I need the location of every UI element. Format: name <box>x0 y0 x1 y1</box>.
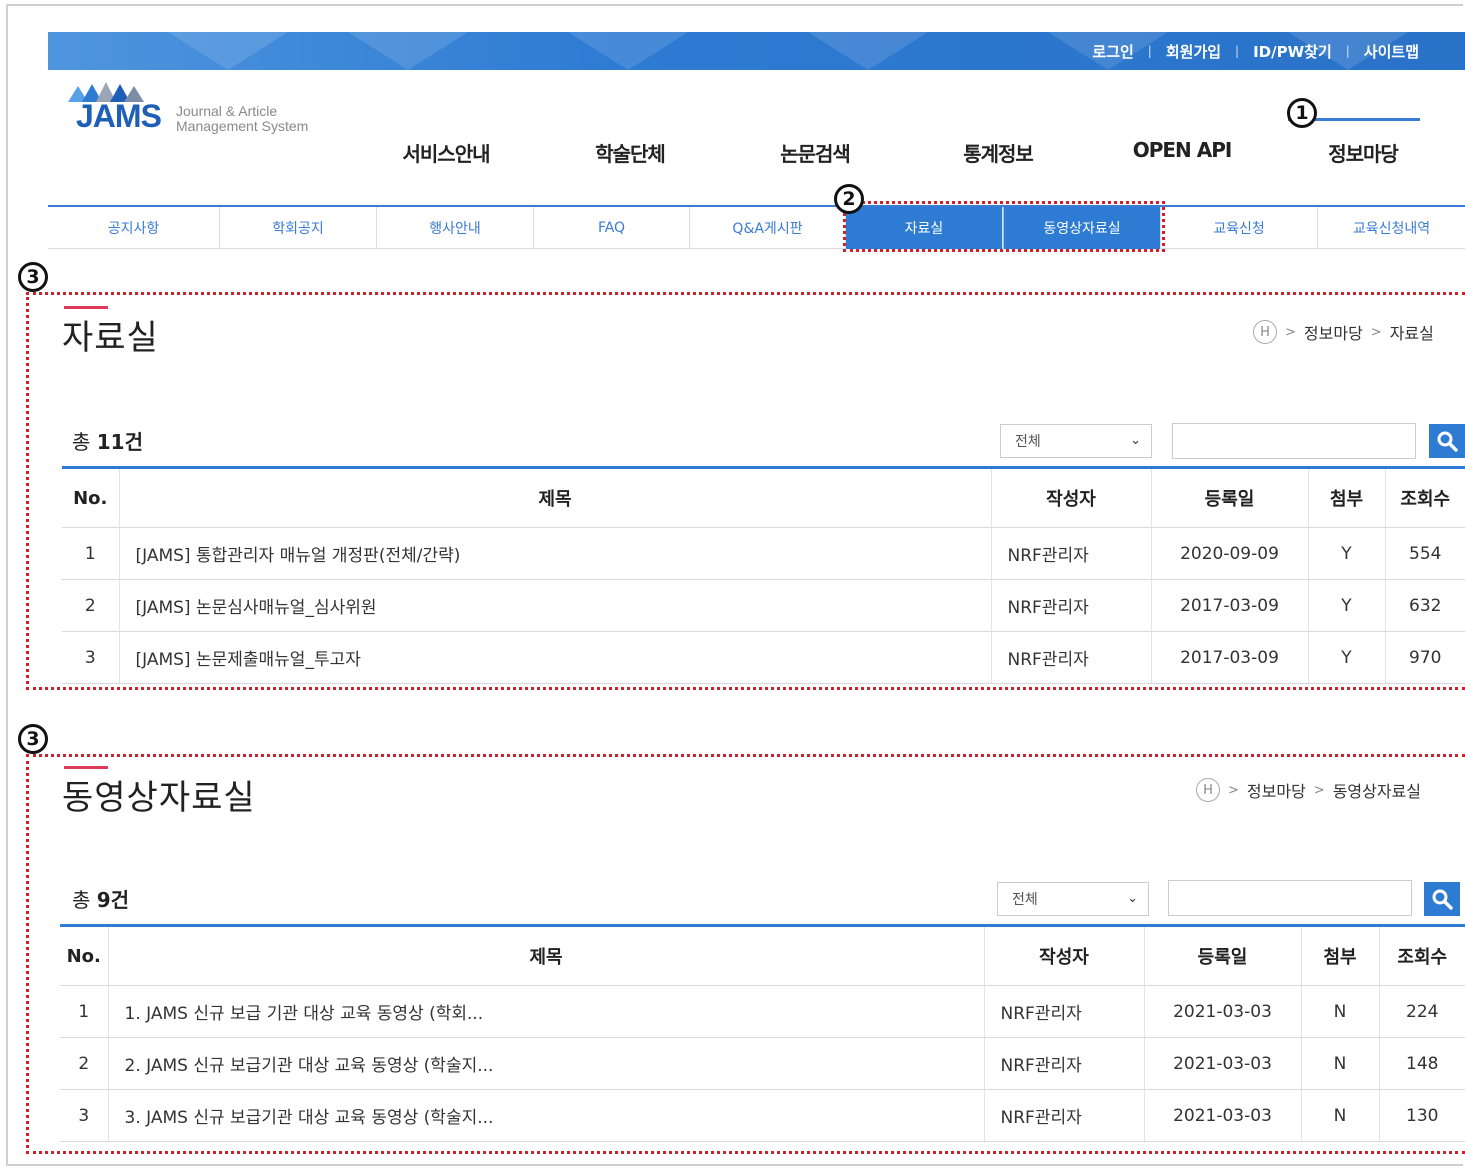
page-title: 자료실 <box>62 318 159 358</box>
logo-subtitle: Journal & Article Management System <box>176 103 309 134</box>
row-title-link[interactable]: 2. JAMS 신규 보급기관 대상 교육 동영상 (학술지... <box>108 1037 985 1090</box>
row-title-link[interactable]: [JAMS] 논문제출매뉴얼_투고자 <box>119 631 992 684</box>
col-views: 조회수 <box>1385 467 1465 528</box>
col-author: 작성자 <box>991 467 1152 528</box>
top-links: 로그인 | 회원가입 | ID/PW찾기 | 사이트맵 <box>1092 32 1419 70</box>
breadcrumb-current: 동영상자료실 <box>1332 782 1422 801</box>
archive-table: No. 제목 작성자 등록일 첨부 조회수 1 [JAMS] 통합관리자 매뉴얼… <box>62 466 1465 684</box>
tab-faq[interactable]: FAQ <box>534 207 690 249</box>
gnb-open-api[interactable]: OPEN API <box>1133 138 1233 162</box>
main-navigation: 서비스안내 학술단체 논문검색 통계정보 OPEN API 정보마당 <box>360 138 1460 168</box>
annotation-badge-3b: 3 <box>18 724 48 754</box>
archive-section: 자료실 H > 정보마당 > 자료실 총 11건 전체 ⌄ No. 제목 작성자 … <box>28 292 1465 690</box>
video-archive-section: 동영상자료실 H > 정보마당 > 동영상자료실 총 9건 전체 ⌄ No. 제목… <box>28 754 1465 1154</box>
page-title: 동영상자료실 <box>62 778 256 818</box>
gnb-service-guide[interactable]: 서비스안내 <box>403 138 491 167</box>
gnb-paper-search[interactable]: 논문검색 <box>780 138 851 167</box>
col-attach: 첨부 <box>1301 925 1380 986</box>
sub-navigation: 공지사항 학회공지 행사안내 FAQ Q&A게시판 자료실 동영상자료실 교육신… <box>48 205 1465 249</box>
breadcrumb-current: 자료실 <box>1389 324 1434 343</box>
jams-logo[interactable]: JAMS Journal & Article Management System <box>68 80 348 136</box>
video-archive-table: No. 제목 작성자 등록일 첨부 조회수 1 1. JAMS 신규 보급 기관… <box>60 924 1465 1142</box>
find-id-pw-link[interactable]: ID/PW찾기 <box>1253 41 1332 62</box>
search-input[interactable] <box>1172 423 1416 459</box>
search-scope-select[interactable]: 전체 ⌄ <box>997 882 1149 916</box>
separator: | <box>1235 44 1240 58</box>
chevron-down-icon: ⌄ <box>1127 891 1138 906</box>
search-scope-select[interactable]: 전체 ⌄ <box>1000 424 1152 458</box>
gnb-statistics[interactable]: 통계정보 <box>963 138 1034 167</box>
sitemap-link[interactable]: 사이트맵 <box>1364 41 1419 62</box>
search-icon <box>1437 431 1458 452</box>
table-row[interactable]: 2 [JAMS] 논문심사매뉴얼_심사위원 NRF관리자 2017-03-09 … <box>62 579 1465 632</box>
separator: | <box>1147 44 1152 58</box>
col-views: 조회수 <box>1379 925 1465 986</box>
annotation-badge-3a: 3 <box>18 262 48 292</box>
home-icon[interactable]: H <box>1196 778 1220 802</box>
annotation-badge-2: 2 <box>834 184 864 214</box>
table-row[interactable]: 1 1. JAMS 신규 보급 기관 대상 교육 동영상 (학회... NRF관… <box>60 985 1465 1038</box>
col-date: 등록일 <box>1144 925 1302 986</box>
search-button[interactable] <box>1429 424 1465 458</box>
tab-society-notice[interactable]: 학회공지 <box>220 207 377 249</box>
col-title: 제목 <box>119 467 992 528</box>
table-row[interactable]: 3 3. JAMS 신규 보급기관 대상 교육 동영상 (학술지... NRF관… <box>60 1089 1465 1142</box>
title-accent <box>64 306 108 309</box>
tab-qna[interactable]: Q&A게시판 <box>690 207 846 249</box>
search-icon <box>1432 889 1453 910</box>
col-no: No. <box>60 925 109 986</box>
annotation-badge-1: 1 <box>1287 98 1317 128</box>
tab-notice[interactable]: 공지사항 <box>48 207 220 249</box>
row-title-link[interactable]: [JAMS] 논문심사매뉴얼_심사위원 <box>119 579 992 632</box>
col-no: No. <box>62 467 120 528</box>
home-icon[interactable]: H <box>1253 320 1277 344</box>
login-link[interactable]: 로그인 <box>1092 41 1133 62</box>
col-attach: 첨부 <box>1308 467 1386 528</box>
row-title-link[interactable]: [JAMS] 통합관리자 매뉴얼 개정판(전체/간략) <box>119 527 992 580</box>
table-row[interactable]: 3 [JAMS] 논문제출매뉴얼_투고자 NRF관리자 2017-03-09 Y… <box>62 631 1465 684</box>
table-row[interactable]: 2 2. JAMS 신규 보급기관 대상 교육 동영상 (학술지... NRF관… <box>60 1037 1465 1090</box>
breadcrumb-info-plaza[interactable]: 정보마당 <box>1247 778 1306 802</box>
table-row[interactable]: 1 [JAMS] 통합관리자 매뉴얼 개정판(전체/간략) NRF관리자 202… <box>62 527 1465 580</box>
title-accent <box>64 766 108 769</box>
row-title-link[interactable]: 3. JAMS 신규 보급기관 대상 교육 동영상 (학술지... <box>108 1089 985 1142</box>
breadcrumb: H > 정보마당 > 동영상자료실 <box>1196 778 1421 802</box>
breadcrumb: H > 정보마당 > 자료실 <box>1253 320 1434 344</box>
col-author: 작성자 <box>984 925 1145 986</box>
total-count: 총 9건 <box>72 888 130 912</box>
search-input[interactable] <box>1168 880 1412 916</box>
chevron-down-icon: ⌄ <box>1130 433 1141 448</box>
row-title-link[interactable]: 1. JAMS 신규 보급 기관 대상 교육 동영상 (학회... <box>108 985 985 1038</box>
separator: | <box>1345 44 1350 58</box>
signup-link[interactable]: 회원가입 <box>1166 41 1221 62</box>
col-title: 제목 <box>108 925 985 986</box>
tab-education-apply[interactable]: 교육신청 <box>1161 207 1318 249</box>
tab-events[interactable]: 행사안내 <box>377 207 534 249</box>
gnb-academic-society[interactable]: 학술단체 <box>595 138 666 167</box>
logo-brand: JAMS <box>76 98 162 134</box>
annotation-box-2 <box>843 201 1165 252</box>
total-count: 총 11건 <box>72 430 143 454</box>
breadcrumb-info-plaza[interactable]: 정보마당 <box>1304 320 1363 344</box>
tab-education-history[interactable]: 교육신청내역 <box>1318 207 1465 249</box>
search-button[interactable] <box>1424 882 1460 916</box>
gnb-info-plaza[interactable]: 정보마당 <box>1328 138 1399 167</box>
col-date: 등록일 <box>1151 467 1309 528</box>
